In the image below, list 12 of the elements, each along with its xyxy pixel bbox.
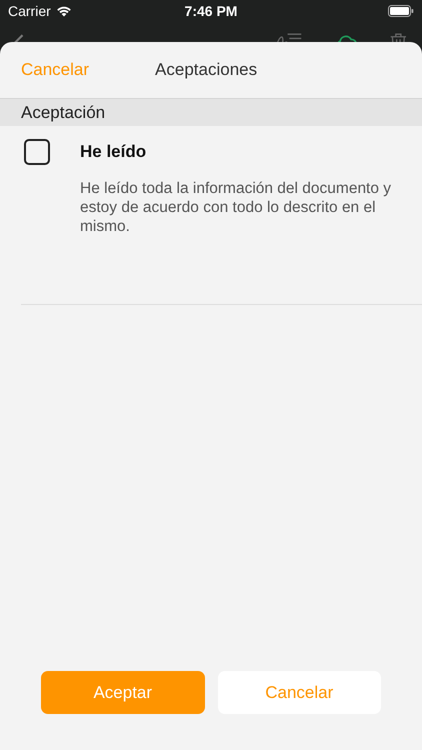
carrier-name: Carrier <box>8 3 51 19</box>
battery-icon <box>388 5 414 17</box>
status-time: 7:46 PM <box>184 3 238 19</box>
item-description: He leído toda la información del documento y estoy de acuerdo con todo lo descrito en el mismo. <box>80 179 392 236</box>
cancel-link[interactable]: Cancelar <box>21 60 90 80</box>
accept-button[interactable]: Aceptar <box>41 671 204 714</box>
wifi-icon <box>56 5 72 17</box>
cancel-button[interactable]: Cancelar <box>218 671 381 714</box>
item-title: He leído <box>80 142 148 162</box>
section-header: Aceptación <box>0 99 422 126</box>
sheet-title: Aceptaciones <box>155 60 258 80</box>
checkbox[interactable] <box>24 139 50 165</box>
